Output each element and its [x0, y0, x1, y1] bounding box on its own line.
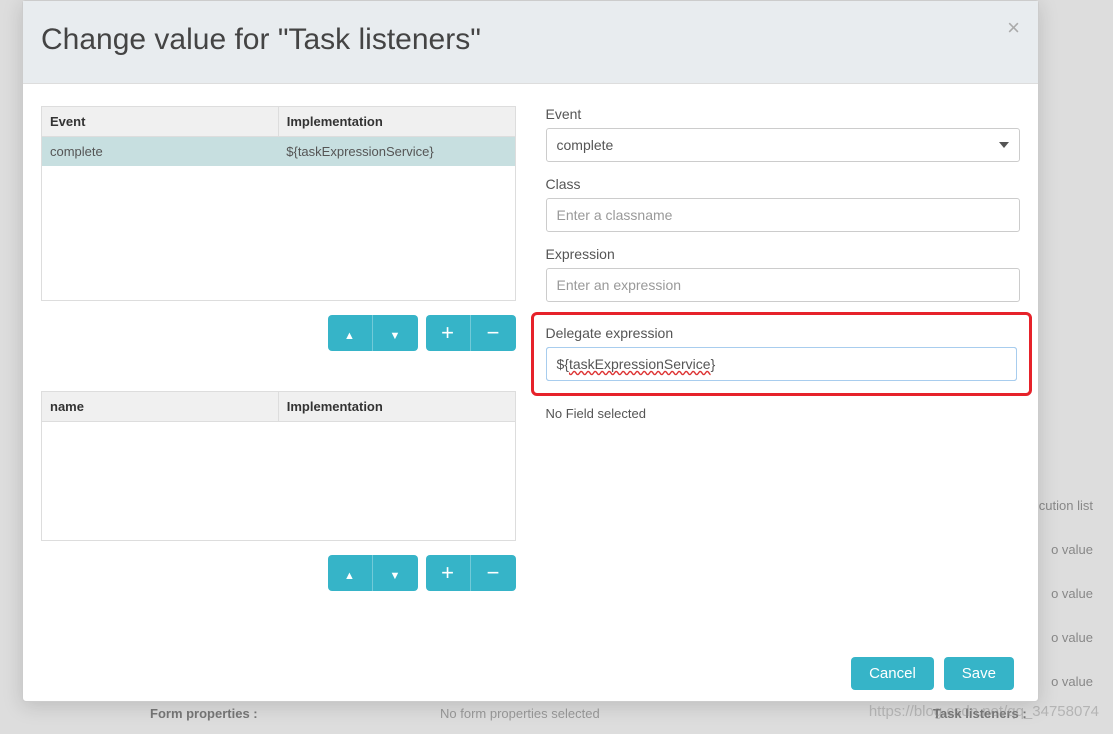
cancel-button[interactable]: Cancel [851, 657, 934, 690]
plus-icon [441, 320, 454, 346]
class-group: Class [546, 176, 1021, 232]
move-down-button[interactable] [373, 315, 418, 351]
field-remove-button[interactable] [471, 555, 516, 591]
class-label: Class [546, 176, 1021, 192]
expression-group: Expression [546, 246, 1021, 302]
arrow-up-icon [344, 563, 355, 584]
table-row[interactable]: complete ${taskExpressionService} [42, 137, 515, 167]
fields-table: name Implementation [41, 391, 516, 541]
add-button[interactable] [426, 315, 471, 351]
class-input[interactable] [546, 198, 1021, 232]
de-prefix: ${ [557, 356, 569, 372]
de-suffix: } [711, 356, 716, 372]
listeners-button-row [41, 315, 516, 351]
modal-dialog: Change value for "Task listeners" × Even… [22, 0, 1039, 702]
listeners-table: Event Implementation complete ${taskExpr… [41, 106, 516, 301]
cell-event: complete [42, 137, 278, 167]
modal-body: Event Implementation complete ${taskExpr… [23, 84, 1038, 641]
field-add-button[interactable] [426, 555, 471, 591]
field-status-text: No Field selected [546, 406, 1021, 421]
delegate-expression-label: Delegate expression [546, 325, 1018, 341]
plus-icon [441, 560, 454, 586]
expression-label: Expression [546, 246, 1021, 262]
save-button[interactable]: Save [944, 657, 1014, 690]
modal-header: Change value for "Task listeners" × [23, 1, 1038, 84]
left-column: Event Implementation complete ${taskExpr… [41, 106, 516, 631]
right-column: Event complete Class Expression Delegate… [546, 106, 1021, 631]
move-up-button[interactable] [328, 315, 373, 351]
fields-header-name: name [42, 392, 278, 422]
listeners-header-event: Event [42, 107, 278, 137]
fields-header-impl: Implementation [278, 392, 514, 422]
cell-implementation: ${taskExpressionService} [278, 137, 514, 167]
modal-title: Change value for "Task listeners" [41, 23, 1014, 57]
event-select[interactable]: complete [546, 128, 1021, 162]
minus-icon [487, 320, 500, 346]
arrow-up-icon [344, 323, 355, 344]
minus-icon [487, 560, 500, 586]
modal-footer: Cancel Save [23, 641, 1038, 710]
event-group: Event complete [546, 106, 1021, 162]
remove-button[interactable] [471, 315, 516, 351]
delegate-expression-highlight: Delegate expression ${taskExpressionServ… [531, 312, 1033, 396]
close-icon[interactable]: × [1007, 15, 1020, 41]
de-text: taskExpressionService [569, 356, 711, 372]
fields-button-row [41, 555, 516, 591]
field-move-down-button[interactable] [373, 555, 418, 591]
event-label: Event [546, 106, 1021, 122]
arrow-down-icon [390, 323, 401, 344]
field-move-up-button[interactable] [328, 555, 373, 591]
arrow-down-icon [390, 563, 401, 584]
delegate-expression-input[interactable]: ${taskExpressionService} [546, 347, 1018, 381]
listeners-header-impl: Implementation [278, 107, 514, 137]
expression-input[interactable] [546, 268, 1021, 302]
